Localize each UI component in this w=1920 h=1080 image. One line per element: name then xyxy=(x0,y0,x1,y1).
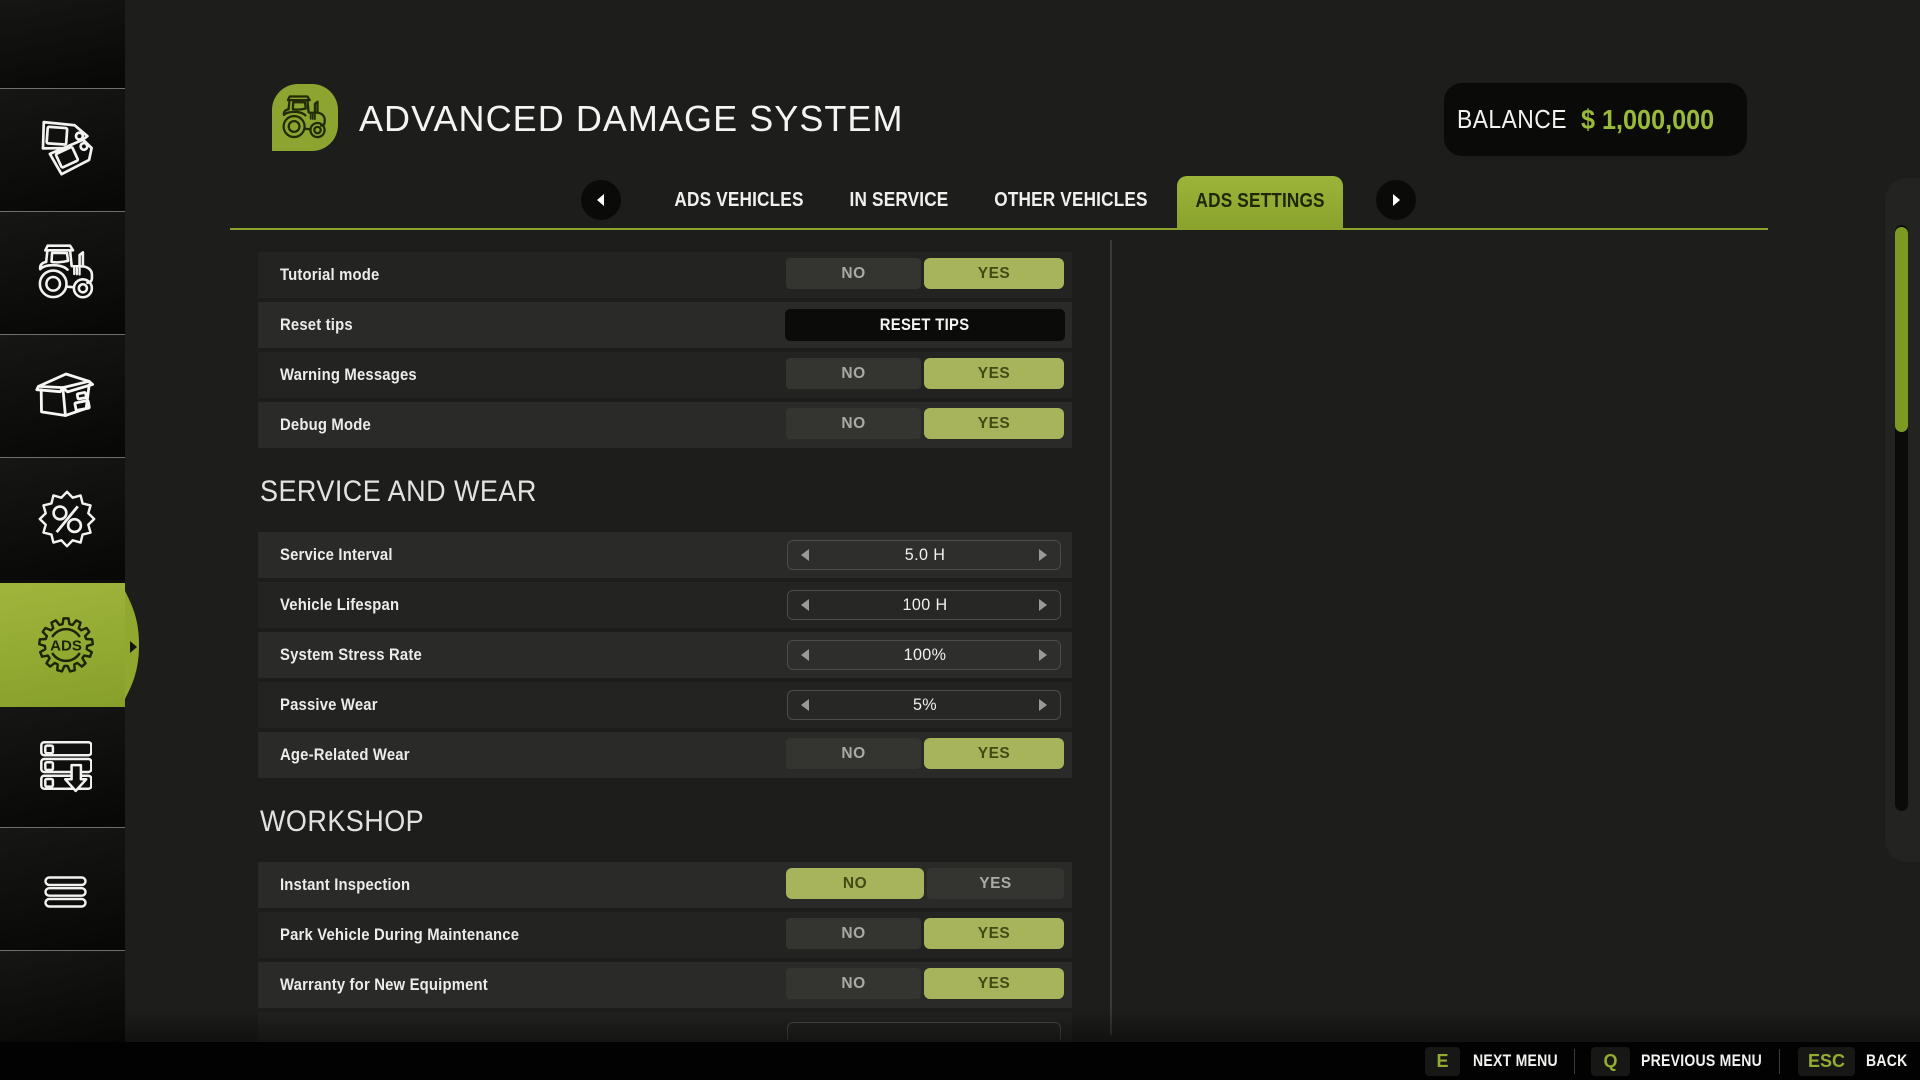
svg-text:ADS: ADS xyxy=(50,638,82,655)
